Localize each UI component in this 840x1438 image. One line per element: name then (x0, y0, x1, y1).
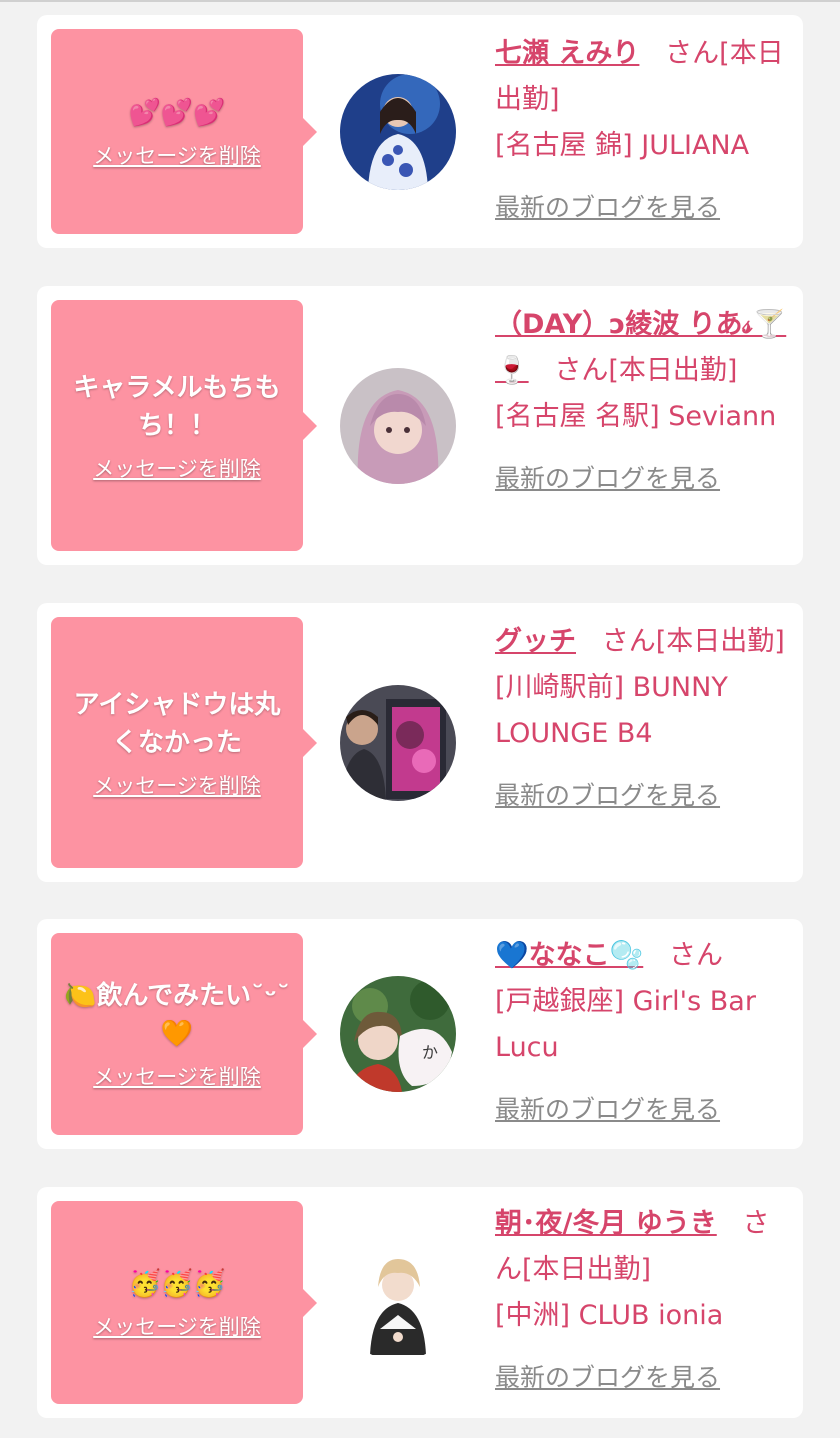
shop-name: [川崎駅前] BUNNY LOUNGE B4 (495, 672, 728, 749)
avatar[interactable] (340, 368, 456, 484)
cast-name-link[interactable]: 💙ななこ🫧 (495, 940, 643, 971)
latest-blog-link[interactable]: 最新のブログを見る (495, 185, 787, 231)
delete-message-link[interactable]: メッセージを削除 (93, 770, 261, 800)
message-card: 💕💕💕 メッセージを削除 七瀬 えみり さん[本日出勤] [名古屋 錦] JUL… (37, 15, 803, 248)
message-card: 🍋飲んでみたい˘ᵕ˘🧡 メッセージを削除 か 💙ななこ🫧 さん [戸越銀座] G… (37, 919, 803, 1149)
message-bubble: キャラメルもちもち！！ メッセージを削除 (51, 300, 317, 551)
top-divider (0, 0, 840, 2)
latest-blog-link[interactable]: 最新のブログを見る (495, 1087, 787, 1133)
message-card: アイシャドウは丸くなかった メッセージを削除 グッチ さん[本日出勤] [川崎駅… (37, 603, 803, 882)
delete-message-link[interactable]: メッセージを削除 (93, 1311, 261, 1341)
message-text: キャラメルもちもち！！ (73, 372, 281, 441)
latest-blog-link[interactable]: 最新のブログを見る (495, 773, 787, 819)
message-card: 🥳🥳🥳 メッセージを削除 朝･夜/冬月 ゆうき さん[本日出勤] [中洲] CL… (37, 1187, 803, 1418)
shop-name: [名古屋 名駅] Seviann (495, 401, 777, 432)
svg-text:か: か (422, 1043, 438, 1062)
cast-info: （DAY）ↄ綾波 りあ𝓈🍸🍷 さん[本日出勤] [名古屋 名駅] Seviann… (495, 302, 787, 502)
message-bubble: 🥳🥳🥳 メッセージを削除 (51, 1201, 317, 1404)
avatar[interactable] (340, 74, 456, 190)
cast-info: グッチ さん[本日出勤] [川崎駅前] BUNNY LOUNGE B4 最新のブ… (495, 619, 787, 819)
shop-name: [戸越銀座] Girl's Bar Lucu (495, 986, 756, 1063)
avatar[interactable] (340, 685, 456, 801)
cast-name-link[interactable]: 朝･夜/冬月 ゆうき (495, 1208, 717, 1239)
latest-blog-link[interactable]: 最新のブログを見る (495, 1355, 787, 1401)
shop-name: [名古屋 錦] JULIANA (495, 130, 750, 161)
message-bubble: 💕💕💕 メッセージを削除 (51, 29, 317, 234)
cast-info: 七瀬 えみり さん[本日出勤] [名古屋 錦] JULIANA 最新のブログを見… (495, 31, 787, 231)
message-text: 🥳🥳🥳 (128, 1268, 226, 1299)
message-bubble: アイシャドウは丸くなかった メッセージを削除 (51, 617, 317, 868)
cast-status: さん[本日出勤] (601, 626, 785, 657)
delete-message-link[interactable]: メッセージを削除 (93, 453, 261, 483)
latest-blog-link[interactable]: 最新のブログを見る (495, 456, 787, 502)
message-text: 💕💕💕 (128, 97, 226, 128)
cast-name-link[interactable]: グッチ (495, 626, 576, 657)
message-card: キャラメルもちもち！！ メッセージを削除 （DAY）ↄ綾波 りあ𝓈🍸🍷 さん[本… (37, 286, 803, 565)
cast-status: さん[本日出勤] (554, 355, 738, 386)
cast-name-link[interactable]: 七瀬 えみり (495, 38, 639, 69)
message-text: アイシャドウは丸くなかった (73, 689, 281, 758)
message-text: 🍋飲んでみたい˘ᵕ˘🧡 (64, 981, 290, 1049)
cast-info: 💙ななこ🫧 さん [戸越銀座] Girl's Bar Lucu 最新のブログを見… (495, 933, 787, 1133)
avatar[interactable] (340, 1245, 456, 1361)
message-bubble: 🍋飲んでみたい˘ᵕ˘🧡 メッセージを削除 (51, 933, 317, 1135)
delete-message-link[interactable]: メッセージを削除 (93, 1061, 261, 1091)
cast-info: 朝･夜/冬月 ゆうき さん[本日出勤] [中洲] CLUB ionia 最新のブ… (495, 1201, 787, 1401)
cast-status: さん (669, 940, 723, 971)
delete-message-link[interactable]: メッセージを削除 (93, 140, 261, 170)
avatar[interactable]: か (340, 976, 456, 1092)
shop-name: [中洲] CLUB ionia (495, 1300, 724, 1331)
